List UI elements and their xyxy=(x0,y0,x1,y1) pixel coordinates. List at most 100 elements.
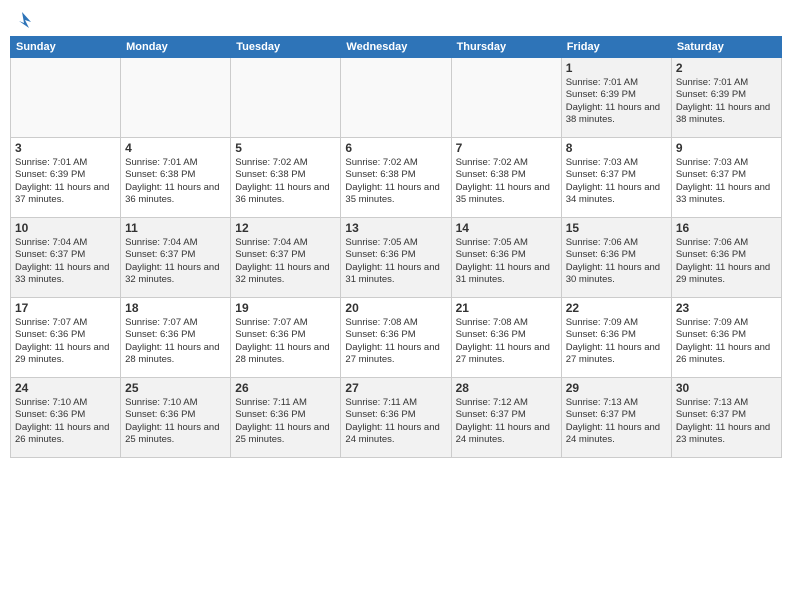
calendar-cell xyxy=(451,58,561,138)
calendar-cell: 10 Sunrise: 7:04 AM Sunset: 6:37 PM Dayli… xyxy=(11,218,121,298)
calendar-cell: 26Sunrise: 7:11 AM Sunset: 6:36 PM Dayli… xyxy=(231,378,341,458)
calendar-cell: 7 Sunrise: 7:02 AM Sunset: 6:38 PM Daylig… xyxy=(451,138,561,218)
logo xyxy=(10,10,34,28)
day-info: Sunrise: 7:08 AM Sunset: 6:36 PM Dayligh… xyxy=(345,317,446,366)
calendar-table: SundayMondayTuesdayWednesdayThursdayFrid… xyxy=(10,36,782,458)
calendar-cell: 16 Sunrise: 7:06 AM Sunset: 6:36 PM Dayli… xyxy=(671,218,781,298)
day-number: 8 xyxy=(566,141,667,155)
calendar-cell: 6Sunrise: 7:02 AM Sunset: 6:38 PM Daylig… xyxy=(341,138,451,218)
day-number: 4 xyxy=(125,141,226,155)
day-info: Sunrise: 7:06 AM Sunset: 6:36 PM Dayligh… xyxy=(566,237,667,286)
day-number: 18 xyxy=(125,301,226,315)
day-info: Sunrise: 7:13 AM Sunset: 6:37 PM Dayligh… xyxy=(566,397,667,446)
day-info: Sunrise: 7:01 AM Sunset: 6:39 PM Dayligh… xyxy=(676,77,777,126)
day-info: Sunrise: 7:06 AM Sunset: 6:36 PM Dayligh… xyxy=(676,237,777,286)
day-info: Sunrise: 7:12 AM Sunset: 6:37 PM Dayligh… xyxy=(456,397,557,446)
weekday-header-sunday: Sunday xyxy=(11,37,121,58)
calendar-cell: 3 Sunrise: 7:01 AM Sunset: 6:39 PM Daylig… xyxy=(11,138,121,218)
week-row-3: 10 Sunrise: 7:04 AM Sunset: 6:37 PM Dayli… xyxy=(11,218,782,298)
week-row-2: 3 Sunrise: 7:01 AM Sunset: 6:39 PM Daylig… xyxy=(11,138,782,218)
day-info: Sunrise: 7:04 AM Sunset: 6:37 PM Dayligh… xyxy=(15,237,116,286)
calendar-cell: 17Sunrise: 7:07 AM Sunset: 6:36 PM Dayli… xyxy=(11,298,121,378)
day-number: 29 xyxy=(566,381,667,395)
day-info: Sunrise: 7:01 AM Sunset: 6:38 PM Dayligh… xyxy=(125,157,226,206)
weekday-header-friday: Friday xyxy=(561,37,671,58)
day-number: 14 xyxy=(456,221,557,235)
day-number: 10 xyxy=(15,221,116,235)
calendar-cell: 20 Sunrise: 7:08 AM Sunset: 6:36 PM Dayli… xyxy=(341,298,451,378)
calendar-cell: 14 Sunrise: 7:05 AM Sunset: 6:36 PM Dayli… xyxy=(451,218,561,298)
day-number: 21 xyxy=(456,301,557,315)
week-row-4: 17 Sunrise: 7:07 AM Sunset: 6:36 PM Dayli… xyxy=(11,298,782,378)
day-info: Sunrise: 7:03 AM Sunset: 6:37 PM Dayligh… xyxy=(676,157,777,206)
calendar-cell: 4 Sunrise: 7:01 AM Sunset: 6:38 PM Daylig… xyxy=(121,138,231,218)
calendar-cell xyxy=(341,58,451,138)
calendar-cell xyxy=(231,58,341,138)
day-info: Sunrise: 7:13 AM Sunset: 6:37 PM Dayligh… xyxy=(676,397,777,446)
day-number: 15 xyxy=(566,221,667,235)
week-row-1: 1 Sunrise: 7:01 AM Sunset: 6:39 PM Daylig… xyxy=(11,58,782,138)
day-number: 12 xyxy=(235,221,336,235)
day-info: Sunrise: 7:02 AM Sunset: 6:38 PM Dayligh… xyxy=(235,157,336,206)
calendar-cell: 13 Sunrise: 7:05 AM Sunset: 6:36 PM Dayli… xyxy=(341,218,451,298)
week-row-5: 24Sunrise: 7:10 AM Sunset: 6:36 PM Dayli… xyxy=(11,378,782,458)
day-info: Sunrise: 7:05 AM Sunset: 6:36 PM Dayligh… xyxy=(345,237,446,286)
weekday-header-tuesday: Tuesday xyxy=(231,37,341,58)
day-info: Sunrise: 7:03 AM Sunset: 6:37 PM Dayligh… xyxy=(566,157,667,206)
day-number: 30 xyxy=(676,381,777,395)
calendar-cell: 28 Sunrise: 7:12 AM Sunset: 6:37 PM Dayli… xyxy=(451,378,561,458)
day-number: 9 xyxy=(676,141,777,155)
weekday-header-monday: Monday xyxy=(121,37,231,58)
calendar-cell xyxy=(11,58,121,138)
calendar-cell xyxy=(121,58,231,138)
weekday-header-thursday: Thursday xyxy=(451,37,561,58)
day-number: 11 xyxy=(125,221,226,235)
calendar-cell: 19Sunrise: 7:07 AM Sunset: 6:36 PM Dayli… xyxy=(231,298,341,378)
calendar-cell: 15 Sunrise: 7:06 AM Sunset: 6:36 PM Dayli… xyxy=(561,218,671,298)
day-info: Sunrise: 7:07 AM Sunset: 6:36 PM Dayligh… xyxy=(235,317,336,366)
calendar-cell: 5 Sunrise: 7:02 AM Sunset: 6:38 PM Daylig… xyxy=(231,138,341,218)
day-info: Sunrise: 7:08 AM Sunset: 6:36 PM Dayligh… xyxy=(456,317,557,366)
day-info: Sunrise: 7:02 AM Sunset: 6:38 PM Dayligh… xyxy=(456,157,557,206)
day-number: 26 xyxy=(235,381,336,395)
calendar-cell: 21 Sunrise: 7:08 AM Sunset: 6:36 PM Dayli… xyxy=(451,298,561,378)
day-info: Sunrise: 7:10 AM Sunset: 6:36 PM Dayligh… xyxy=(125,397,226,446)
day-info: Sunrise: 7:05 AM Sunset: 6:36 PM Dayligh… xyxy=(456,237,557,286)
day-info: Sunrise: 7:07 AM Sunset: 6:36 PM Dayligh… xyxy=(125,317,226,366)
day-number: 3 xyxy=(15,141,116,155)
weekday-header-row: SundayMondayTuesdayWednesdayThursdayFrid… xyxy=(11,37,782,58)
day-info: Sunrise: 7:04 AM Sunset: 6:37 PM Dayligh… xyxy=(235,237,336,286)
calendar-cell: 30 Sunrise: 7:13 AM Sunset: 6:37 PM Dayli… xyxy=(671,378,781,458)
calendar-cell: 23Sunrise: 7:09 AM Sunset: 6:36 PM Dayli… xyxy=(671,298,781,378)
calendar-cell: 27Sunrise: 7:11 AM Sunset: 6:36 PM Dayli… xyxy=(341,378,451,458)
calendar-cell: 22 Sunrise: 7:09 AM Sunset: 6:36 PM Dayli… xyxy=(561,298,671,378)
day-number: 22 xyxy=(566,301,667,315)
day-number: 13 xyxy=(345,221,446,235)
day-info: Sunrise: 7:09 AM Sunset: 6:36 PM Dayligh… xyxy=(566,317,667,366)
day-info: Sunrise: 7:04 AM Sunset: 6:37 PM Dayligh… xyxy=(125,237,226,286)
weekday-header-wednesday: Wednesday xyxy=(341,37,451,58)
day-number: 2 xyxy=(676,61,777,75)
day-number: 1 xyxy=(566,61,667,75)
day-info: Sunrise: 7:02 AM Sunset: 6:38 PM Dayligh… xyxy=(345,157,446,206)
day-number: 7 xyxy=(456,141,557,155)
day-number: 17 xyxy=(15,301,116,315)
day-number: 23 xyxy=(676,301,777,315)
day-number: 25 xyxy=(125,381,226,395)
calendar-cell: 29 Sunrise: 7:13 AM Sunset: 6:37 PM Dayli… xyxy=(561,378,671,458)
calendar-cell: 2 Sunrise: 7:01 AM Sunset: 6:39 PM Daylig… xyxy=(671,58,781,138)
day-number: 28 xyxy=(456,381,557,395)
page: SundayMondayTuesdayWednesdayThursdayFrid… xyxy=(0,0,792,612)
calendar-cell: 25 Sunrise: 7:10 AM Sunset: 6:36 PM Dayli… xyxy=(121,378,231,458)
day-number: 27 xyxy=(345,381,446,395)
day-number: 20 xyxy=(345,301,446,315)
day-info: Sunrise: 7:10 AM Sunset: 6:36 PM Dayligh… xyxy=(15,397,116,446)
calendar-cell: 11 Sunrise: 7:04 AM Sunset: 6:37 PM Dayli… xyxy=(121,218,231,298)
day-number: 16 xyxy=(676,221,777,235)
calendar-cell: 24Sunrise: 7:10 AM Sunset: 6:36 PM Dayli… xyxy=(11,378,121,458)
day-info: Sunrise: 7:01 AM Sunset: 6:39 PM Dayligh… xyxy=(15,157,116,206)
logo-bird-icon xyxy=(11,10,33,32)
day-number: 5 xyxy=(235,141,336,155)
calendar-cell: 9 Sunrise: 7:03 AM Sunset: 6:37 PM Daylig… xyxy=(671,138,781,218)
calendar-cell: 12 Sunrise: 7:04 AM Sunset: 6:37 PM Dayli… xyxy=(231,218,341,298)
